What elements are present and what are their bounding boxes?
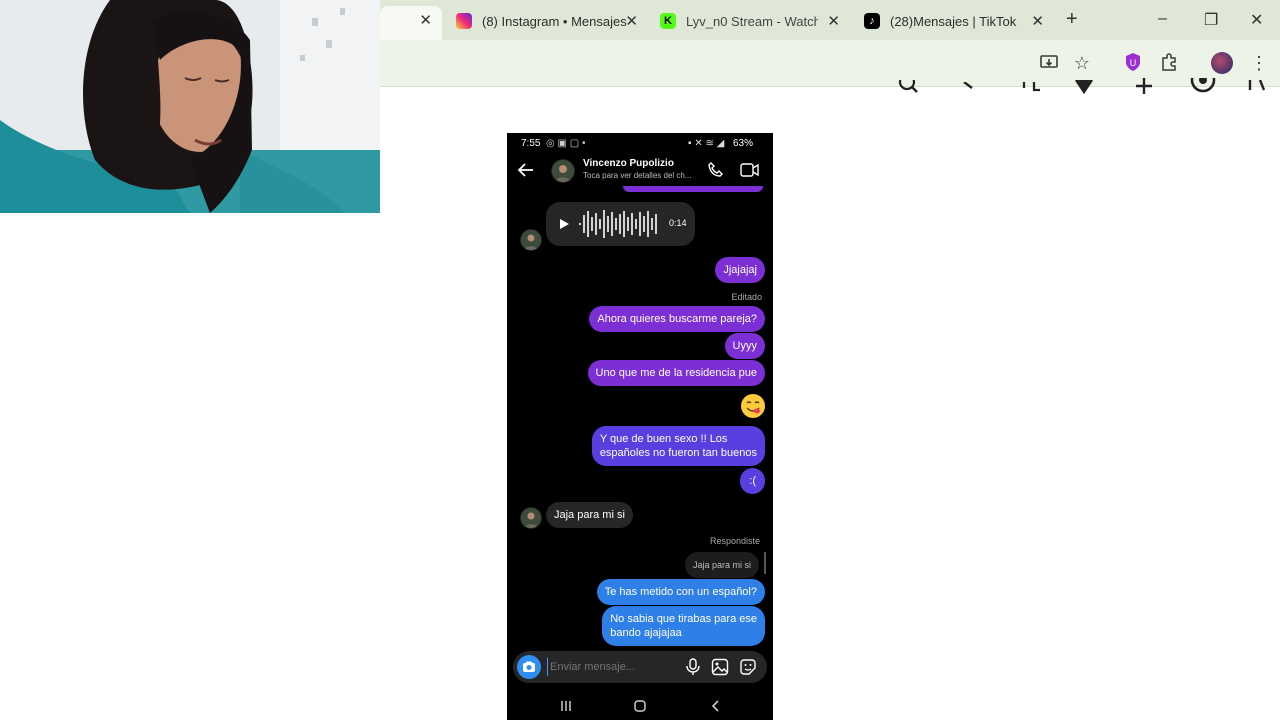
avatar <box>520 229 542 251</box>
message-line: españoles no fueron tan buenos <box>599 447 757 459</box>
message-sent[interactable]: Ahora quieres buscarme pareja? <box>589 306 765 332</box>
create-plus-icon <box>1134 74 1154 100</box>
extensions-puzzle-icon[interactable] <box>1158 52 1180 74</box>
message-line: Y que de buen sexo !! Los <box>599 433 728 445</box>
tab-kick[interactable]: K Lyv_n0 Stream - Watch Li ✕ <box>660 6 848 36</box>
phone-screen: 7:55 ◎ ▣ ▢ • ▪ ✕ ≋ ◢ 63% Vincenzo Pupoli… <box>507 133 773 720</box>
message-input[interactable] <box>547 658 680 676</box>
heart-icon <box>1074 74 1094 100</box>
close-tab-icon[interactable]: ✕ <box>1031 12 1044 30</box>
close-tab-icon[interactable]: ✕ <box>827 12 840 30</box>
profile-avatar[interactable] <box>1211 52 1233 74</box>
avatar <box>520 507 542 529</box>
message-sent[interactable]: Jjajajaj <box>715 257 765 283</box>
camera-icon[interactable] <box>517 655 541 679</box>
tab-title: (8) Instagram • Mensajes <box>482 13 627 29</box>
compass-icon <box>962 74 976 100</box>
emoji-yum-icon[interactable] <box>741 394 765 418</box>
maximize-button[interactable]: ❐ <box>1204 10 1218 30</box>
contact-name[interactable]: Vincenzo Pupolizio <box>583 158 674 169</box>
reels-icon <box>1020 74 1044 100</box>
previous-message-edge <box>623 186 763 192</box>
message-line: No sabia que tirabas para ese <box>610 613 757 625</box>
more-icon <box>1244 74 1274 100</box>
status-signal-icons: ▪ ✕ ≋ ◢ <box>688 138 725 149</box>
voice-duration: 0:14 <box>669 218 687 228</box>
window-close-button[interactable]: ✕ <box>1250 10 1263 30</box>
bookmark-star-icon[interactable]: ☆ <box>1071 52 1093 74</box>
tiktok-icon: ♪ <box>864 13 880 29</box>
status-battery: 63% <box>733 138 754 149</box>
video-call-icon[interactable] <box>740 162 760 183</box>
contact-subtitle[interactable]: Toca para ver detalles del ch... <box>583 171 692 180</box>
message-sent[interactable]: :( <box>740 468 765 494</box>
webcam-overlay <box>0 0 380 213</box>
quoted-message[interactable]: Jaja para mi si <box>684 552 759 578</box>
menu-dots-icon[interactable]: ⋮ <box>1248 52 1270 74</box>
call-icon[interactable] <box>707 161 725 184</box>
tab-title: Lyv_n0 Stream - Watch Li <box>686 13 818 29</box>
close-tab-icon[interactable]: ✕ <box>625 12 638 30</box>
message-sent[interactable]: Te has metido con un español? <box>596 579 765 605</box>
tab-active[interactable]: ✕ <box>380 6 442 40</box>
sticker-icon[interactable] <box>739 658 757 681</box>
home-icon[interactable] <box>633 699 647 716</box>
message-sent[interactable]: No sabia que tirabas para ese bando ajaj… <box>602 606 765 646</box>
message-line: bando ajajajaa <box>610 627 682 639</box>
tab-tiktok[interactable]: ♪ (28)Mensajes | TikTok ✕ <box>864 6 1052 36</box>
avatar[interactable] <box>551 159 575 183</box>
waveform-icon <box>579 210 657 238</box>
kick-icon: K <box>660 13 676 29</box>
reply-bar <box>764 552 766 574</box>
message-received[interactable]: Jaja para mi si <box>546 502 633 528</box>
play-icon[interactable] <box>558 218 570 230</box>
microphone-icon[interactable] <box>685 658 701 681</box>
new-tab-button[interactable]: + <box>1066 8 1078 31</box>
profile-ring-icon <box>1190 67 1216 100</box>
recent-apps-icon[interactable] <box>559 699 573 716</box>
close-tab-icon[interactable]: ✕ <box>419 11 432 29</box>
message-sent[interactable]: Uno que me de la residencia pue <box>587 360 765 386</box>
search-icon <box>898 73 920 100</box>
edited-label: Editado <box>731 292 762 302</box>
instagram-icon <box>456 13 472 29</box>
extension-shield-icon[interactable]: U <box>1122 52 1144 74</box>
message-sent[interactable]: Uyyy <box>724 333 765 359</box>
tab-title: (28)Mensajes | TikTok <box>890 13 1017 29</box>
replied-label: Respondiste <box>709 536 760 546</box>
gallery-icon[interactable] <box>711 658 729 681</box>
minimize-button[interactable]: – <box>1158 10 1167 28</box>
svg-text:U: U <box>1130 58 1137 68</box>
back-nav-icon[interactable] <box>709 699 723 716</box>
message-composer <box>513 651 767 683</box>
voice-message[interactable]: 0:14 <box>546 202 695 246</box>
install-app-icon[interactable] <box>1038 52 1060 74</box>
status-time: 7:55 <box>521 138 541 149</box>
message-sent[interactable]: Y que de buen sexo !! Los españoles no f… <box>591 426 765 466</box>
tab-instagram[interactable]: (8) Instagram • Mensajes ✕ <box>456 6 646 36</box>
back-arrow-icon[interactable] <box>517 161 535 179</box>
status-notification-icons: ◎ ▣ ▢ • <box>546 138 586 149</box>
